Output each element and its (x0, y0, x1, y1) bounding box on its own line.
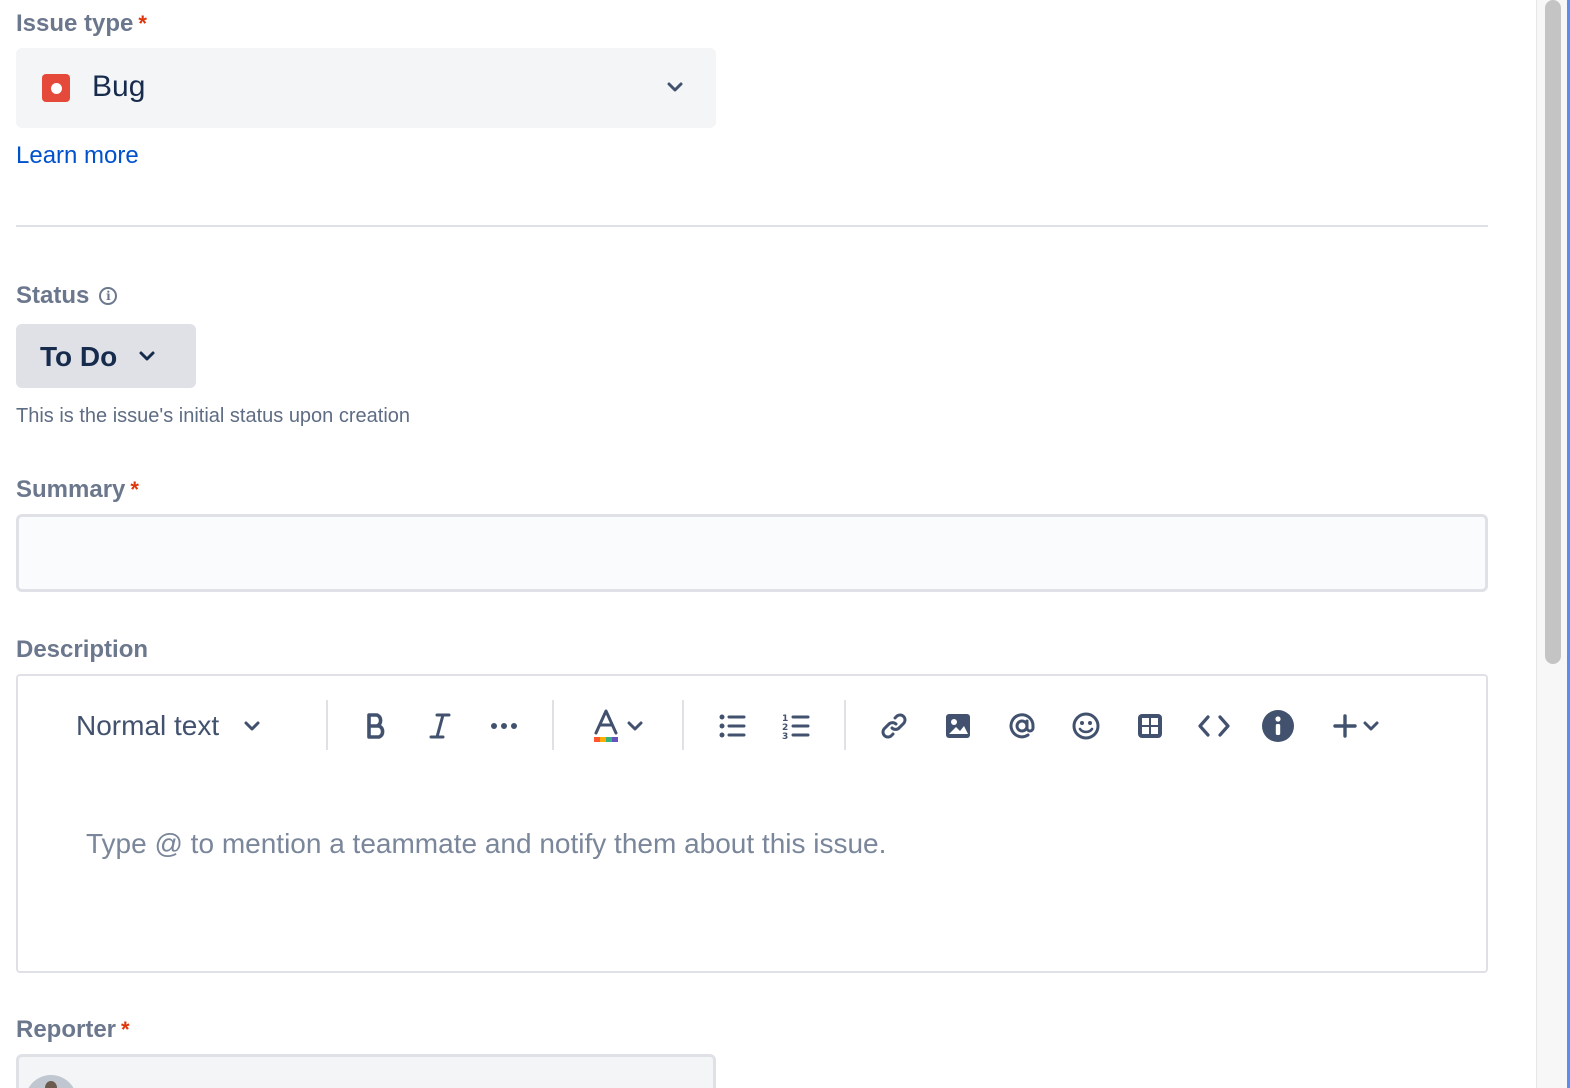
table-button[interactable] (1128, 704, 1172, 748)
issue-type-select[interactable]: Bug (16, 48, 716, 128)
toolbar-separator (552, 700, 554, 750)
section-divider (16, 225, 1488, 227)
avatar (25, 1075, 77, 1088)
required-marker: * (130, 477, 139, 502)
mention-icon (1009, 713, 1035, 739)
status-dropdown-button[interactable]: To Do (16, 324, 196, 388)
description-label-text: Description (16, 636, 149, 663)
info-panel-icon (1262, 710, 1294, 742)
chevron-down-icon (1363, 721, 1379, 731)
mention-button[interactable] (1000, 704, 1044, 748)
status-help-text: This is the issue's initial status upon … (16, 405, 411, 427)
status-label-text: Status (16, 282, 90, 309)
text-color-button[interactable] (586, 704, 650, 748)
image-icon (946, 714, 970, 738)
text-color-icon (594, 709, 618, 742)
insert-icon (1333, 714, 1357, 738)
summary-label: Summary * (16, 476, 139, 504)
table-icon (1138, 714, 1162, 738)
reporter-label: Reporter * (16, 1016, 130, 1044)
chevron-down-icon (627, 721, 643, 731)
link-button[interactable] (872, 704, 916, 748)
description-editor[interactable]: Normal text 1 2 3 Type @ to mention a te… (16, 674, 1488, 973)
more-formatting-icon (491, 723, 517, 729)
issue-type-label-text: Issue type (16, 10, 134, 37)
svg-text:3: 3 (782, 732, 788, 740)
description-label: Description (16, 636, 148, 664)
bold-icon (367, 713, 385, 739)
issue-type-value: Bug (92, 70, 146, 103)
emoji-icon (1072, 712, 1100, 740)
italic-icon (429, 713, 451, 739)
text-style-label: Normal text (76, 710, 220, 741)
status-value: To Do (40, 341, 118, 372)
insert-button[interactable] (1324, 704, 1388, 748)
info-icon[interactable]: i (99, 287, 118, 305)
link-icon (881, 713, 907, 739)
summary-input[interactable] (16, 514, 1488, 592)
bullet-list-button[interactable] (710, 704, 754, 748)
bug-icon (42, 74, 70, 102)
required-marker: * (121, 1017, 130, 1042)
reporter-label-text: Reporter (16, 1016, 117, 1043)
issue-type-label: Issue type * (16, 10, 147, 38)
summary-label-text: Summary (16, 476, 126, 503)
description-placeholder: Type @ to mention a teammate and notify … (86, 828, 887, 859)
info-panel-button[interactable] (1256, 704, 1300, 748)
chevron-down-icon (139, 351, 155, 361)
numbered-list-icon: 1 2 3 (782, 714, 810, 740)
learn-more-link[interactable]: Learn more (16, 142, 139, 170)
scrollbar[interactable] (1536, 0, 1570, 1088)
toolbar-separator (682, 700, 684, 750)
chevron-down-icon (244, 721, 260, 731)
emoji-button[interactable] (1064, 704, 1108, 748)
reporter-select[interactable] (16, 1054, 716, 1088)
bullet-list-icon (719, 714, 746, 738)
code-button[interactable] (1192, 704, 1236, 748)
toolbar-separator (844, 700, 846, 750)
image-button[interactable] (936, 704, 980, 748)
more-formatting-button[interactable] (482, 704, 526, 748)
italic-button[interactable] (418, 704, 462, 748)
toolbar-separator (326, 700, 328, 750)
chevron-down-icon (667, 82, 683, 92)
code-icon (1198, 715, 1230, 737)
required-marker: * (138, 11, 147, 36)
editor-toolbar: Normal text 1 2 3 (18, 676, 1486, 776)
status-label: Status i (16, 282, 118, 310)
bold-button[interactable] (354, 704, 398, 748)
numbered-list-button[interactable]: 1 2 3 (774, 704, 818, 748)
text-style-dropdown[interactable]: Normal text (76, 704, 276, 748)
scrollbar-thumb[interactable] (1545, 0, 1561, 664)
